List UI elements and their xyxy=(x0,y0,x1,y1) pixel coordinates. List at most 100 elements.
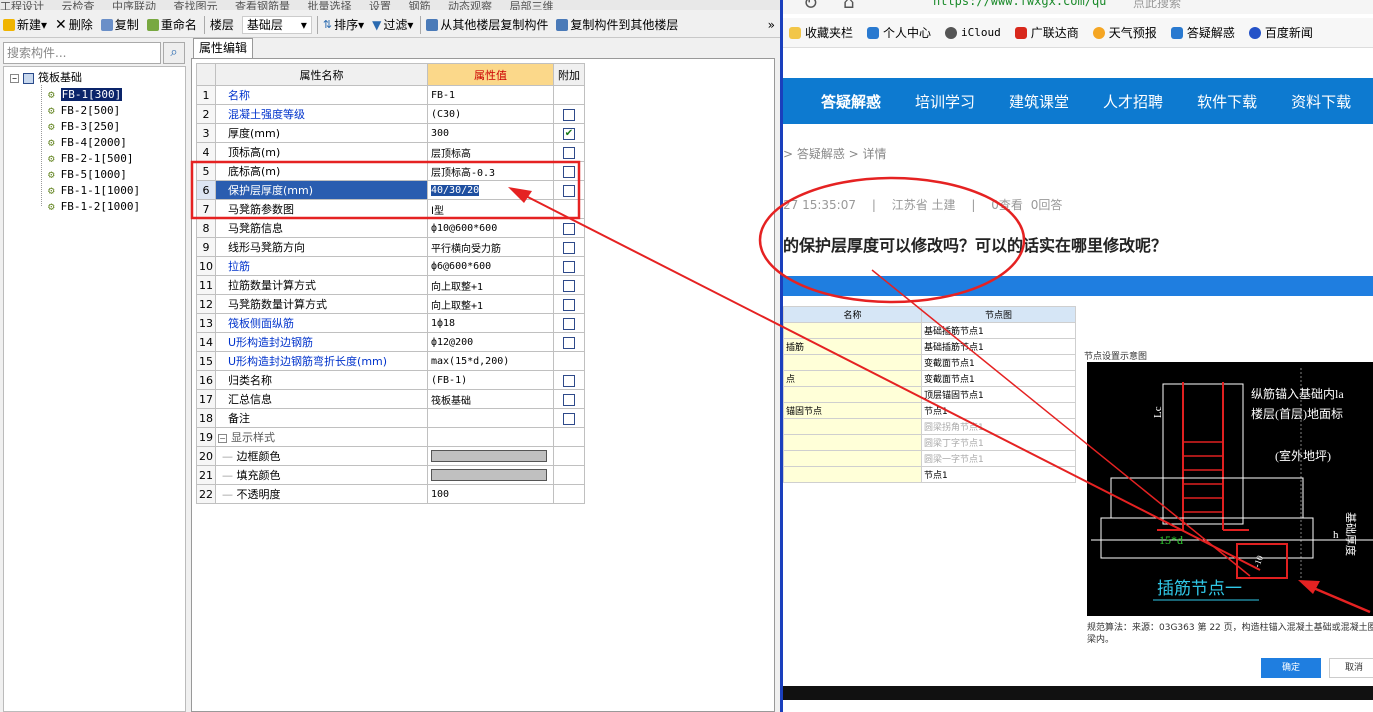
nav-software[interactable]: 软件下载 xyxy=(1197,91,1257,112)
property-value[interactable]: 1ф18 xyxy=(427,313,554,333)
bookmark-item[interactable]: iCloud xyxy=(945,26,1001,39)
checkbox[interactable] xyxy=(563,222,575,235)
tree-item[interactable]: ⚙ FB-2[500] xyxy=(42,103,120,118)
ok-button[interactable]: 确定 xyxy=(1261,658,1321,678)
tree-root[interactable]: − 筏板基础 xyxy=(10,70,82,85)
property-value[interactable]: ф6@600*600 xyxy=(427,256,554,276)
node-row[interactable]: 锚固节点 节点1 xyxy=(783,402,1076,419)
tree-item[interactable]: ⚙ FB-1[300] xyxy=(42,87,123,102)
node-row[interactable]: 圆梁丁字节点1 xyxy=(783,434,1076,451)
checkbox[interactable] xyxy=(563,279,575,292)
property-row[interactable]: 18 备注 xyxy=(196,408,585,428)
checkbox[interactable] xyxy=(563,146,575,159)
checkbox[interactable] xyxy=(563,374,575,387)
node-value[interactable]: 基础插筋节点1 xyxy=(921,322,1076,339)
property-value[interactable]: Ⅰ型 xyxy=(427,199,554,219)
property-value[interactable]: 300 xyxy=(427,123,554,143)
property-row[interactable]: 5 底标高(m) 层顶标高-0.3 xyxy=(196,161,585,181)
property-value-text[interactable]: 向上取整+1 xyxy=(431,282,483,293)
breadcrumb[interactable]: > 答疑解惑 > 详情 xyxy=(783,145,887,162)
property-value[interactable]: 100 xyxy=(427,484,554,504)
property-row[interactable]: 4 顶标高(m) 层顶标高 xyxy=(196,142,585,162)
tree-item[interactable]: ⚙ FB-4[2000] xyxy=(42,135,127,150)
top-frag-5[interactable]: 查看钢筋量 xyxy=(235,0,290,10)
property-row[interactable]: 16 归类名称 (FB-1) xyxy=(196,370,585,390)
checkbox[interactable] xyxy=(563,336,575,349)
node-row[interactable]: 点变截面节点1 xyxy=(783,370,1076,387)
copy-from-floor-button[interactable]: 从其他楼层复制构件 xyxy=(423,14,551,36)
node-value[interactable]: 基础插筋节点1 xyxy=(921,338,1076,355)
property-row[interactable]: 9 线形马凳筋方向 平行横向受力筋 xyxy=(196,237,585,257)
nav-resources[interactable]: 资料下载 xyxy=(1291,91,1351,112)
property-row[interactable]: 11 拉筋数量计算方式 向上取整+1 xyxy=(196,275,585,295)
rename-button[interactable]: 重命名 xyxy=(144,14,200,36)
component-search-input[interactable]: 搜索构件... xyxy=(3,42,161,64)
property-row[interactable]: 3 厚度(mm) 300 ✔ xyxy=(196,123,585,143)
bookmark-item[interactable]: 广联达商 xyxy=(1014,24,1079,41)
property-value-text[interactable]: 层顶标高-0.3 xyxy=(431,168,495,179)
node-value[interactable]: 节点1 xyxy=(921,402,1076,419)
top-frag-7[interactable]: 设置 xyxy=(369,0,391,10)
bookmark-folder[interactable]: 收藏夹栏 xyxy=(789,24,853,41)
collapse-icon[interactable]: − xyxy=(10,74,19,83)
property-value-text[interactable]: (FB-1) xyxy=(431,375,467,386)
node-value[interactable]: 顶层锚固节点1 xyxy=(921,386,1076,403)
property-group-name[interactable]: − 显示样式 xyxy=(215,427,428,447)
bookmark-item[interactable]: 百度新闻 xyxy=(1248,24,1313,41)
color-swatch[interactable] xyxy=(431,469,547,481)
node-row[interactable]: 节点1 xyxy=(783,466,1076,483)
node-row[interactable]: 变截面节点1 xyxy=(783,354,1076,371)
node-value[interactable]: 节点1 xyxy=(921,466,1076,483)
tree-item[interactable]: ⚙ FB-1-2[1000] xyxy=(42,199,140,214)
property-value-text[interactable]: ф6@600*600 xyxy=(431,261,491,272)
filter-button[interactable]: ▼ 过滤 ▾ xyxy=(369,14,416,36)
checkbox[interactable] xyxy=(563,108,575,121)
delete-button[interactable]: ✕ 删除 xyxy=(52,14,96,36)
property-value-text[interactable]: 1ф18 xyxy=(431,318,455,329)
sort-button[interactable]: ⇅ 排序 ▾ xyxy=(320,14,367,36)
copy-button[interactable]: 复制 xyxy=(98,14,142,36)
property-value[interactable]: 向上取整+1 xyxy=(427,275,554,295)
node-row[interactable]: 插筋 基础插筋节点1 xyxy=(783,338,1076,355)
property-row[interactable]: 7 马凳筋参数图 Ⅰ型 xyxy=(196,199,585,219)
property-row[interactable]: 1 名称 FB-1 xyxy=(196,85,585,105)
top-frag-6[interactable]: 批量选择 xyxy=(308,0,352,10)
property-value[interactable]: (C30) xyxy=(427,104,554,124)
property-value-text[interactable]: max(15*d,200) xyxy=(431,356,509,367)
top-frag-4[interactable]: 查找图元 xyxy=(174,0,218,10)
property-value[interactable]: 层顶标高 xyxy=(427,142,554,162)
property-value-text[interactable]: 向上取整+1 xyxy=(431,301,483,312)
property-value[interactable] xyxy=(427,408,554,428)
property-row[interactable]: 22— 不透明度 100 xyxy=(196,484,585,504)
property-row[interactable]: 21— 填充颜色 xyxy=(196,465,585,485)
property-value[interactable]: 40/30/20 xyxy=(427,180,554,200)
checkbox[interactable] xyxy=(563,184,575,197)
new-button[interactable]: 新建 ▾ xyxy=(0,14,50,36)
node-row[interactable]: 圆梁一字节点1 xyxy=(783,450,1076,467)
copy-to-floor-button[interactable]: 复制构件到其他楼层 xyxy=(553,14,681,36)
property-row[interactable]: 6 保护层厚度(mm) 40/30/20 xyxy=(196,180,585,200)
property-row[interactable]: 17 汇总信息 筏板基础 xyxy=(196,389,585,409)
property-value-text[interactable]: 筏板基础 xyxy=(431,396,471,407)
bookmark-item[interactable]: 个人中心 xyxy=(867,24,931,41)
node-row[interactable]: 圆梁拐角节点1 xyxy=(783,418,1076,435)
checkbox-checked[interactable]: ✔ xyxy=(563,127,575,140)
property-row[interactable]: 8 马凳筋信息 ф10@600*600 xyxy=(196,218,585,238)
property-value-text[interactable]: 300 xyxy=(431,128,449,139)
property-value-text[interactable]: ф12@200 xyxy=(431,337,473,348)
bookmark-item[interactable]: 答疑解惑 xyxy=(1170,24,1235,41)
property-value-text[interactable]: 平行横向受力筋 xyxy=(431,244,501,255)
node-value[interactable]: 变截面节点1 xyxy=(921,354,1076,371)
nav-jobs[interactable]: 人才招聘 xyxy=(1103,91,1163,112)
nav-training[interactable]: 培训学习 xyxy=(915,91,975,112)
property-value-text[interactable]: 40/30/20 xyxy=(431,184,480,196)
property-value-text[interactable]: ф10@600*600 xyxy=(431,223,497,234)
top-frag-1[interactable]: 工程设计 xyxy=(0,0,44,10)
home-icon[interactable]: ⌂ xyxy=(843,0,854,13)
property-value[interactable]: ф10@600*600 xyxy=(427,218,554,238)
property-value-text[interactable]: FB-1 xyxy=(431,90,455,101)
nav-classroom[interactable]: 建筑课堂 xyxy=(1009,91,1069,112)
node-row[interactable]: 顶层锚固节点1 xyxy=(783,386,1076,403)
tree-item[interactable]: ⚙ FB-2-1[500] xyxy=(42,151,133,166)
property-value[interactable]: 筏板基础 xyxy=(427,389,554,409)
